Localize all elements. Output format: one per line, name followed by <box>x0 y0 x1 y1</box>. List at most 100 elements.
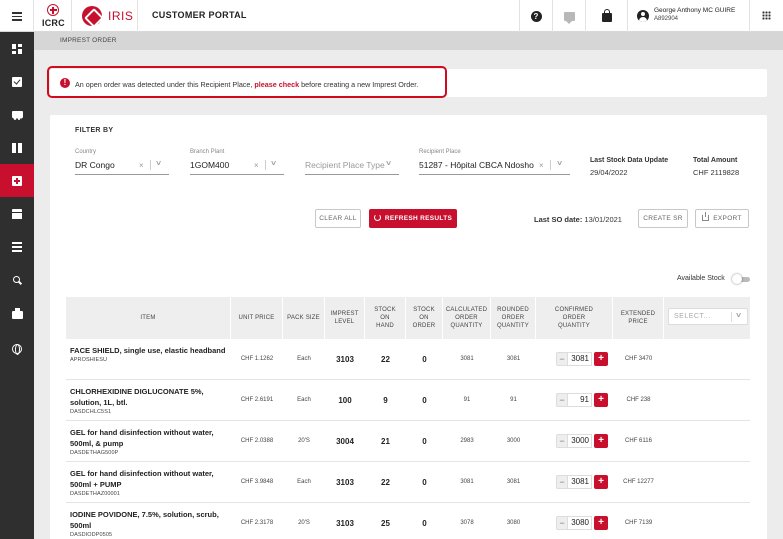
shopping-bag-button[interactable] <box>585 0 627 32</box>
column-header-item[interactable]: ITEM <box>66 297 231 339</box>
sidebar-item-search[interactable] <box>0 264 34 297</box>
sidebar-item-globe[interactable] <box>0 332 34 365</box>
confirmed-quantity-input[interactable]: 3080 <box>568 516 592 530</box>
confirmed-quantity-stepper: −91 + <box>556 380 608 420</box>
unit-price: CHF 3.9848 <box>240 479 274 485</box>
table-header: ITEM UNIT PRICE PACK SIZE IMPREST LEVEL … <box>66 297 750 339</box>
increment-button[interactable]: + <box>594 434 608 448</box>
column-header-pack-size[interactable]: PACK SIZE <box>283 297 325 339</box>
column-select-dropdown[interactable]: SELECT... ∨ <box>668 308 748 325</box>
chat-button[interactable] <box>552 0 585 32</box>
iris-badge-icon <box>82 6 102 26</box>
confirmed-quantity-input[interactable]: 3081 <box>568 352 592 366</box>
confirmed-quantity-stepper: −3080 + <box>556 503 608 539</box>
stock-on-order: 0 <box>422 395 427 405</box>
clear-country-icon[interactable]: × <box>139 161 144 170</box>
refresh-results-button[interactable]: REFRESH RESULTS <box>369 209 457 228</box>
medical-plus-icon <box>12 175 22 186</box>
chevron-down-icon[interactable]: ∨ <box>556 159 563 167</box>
iris-logo[interactable]: IRIS <box>72 0 138 32</box>
country-select[interactable]: Country DR Congo × ∨ <box>75 149 169 175</box>
alert-please-check-link[interactable]: please check <box>254 80 299 89</box>
decrement-button[interactable]: − <box>556 393 568 407</box>
item-name: IODINE POVIDONE, 7.5%, solution, scrub, … <box>70 510 219 530</box>
column-header-imprest-level[interactable]: IMPREST LEVEL <box>325 297 365 339</box>
column-header-rounded-order-quantity[interactable]: ROUNDED ORDER QUANTITY <box>491 297 536 339</box>
icrc-logo[interactable]: ICRC <box>34 0 72 32</box>
user-menu[interactable]: George Anthony MC GUIRE A892904 <box>627 0 749 32</box>
column-header-unit-price[interactable]: UNIT PRICE <box>231 297 283 339</box>
sidebar-item-delivery[interactable] <box>0 98 34 131</box>
portal-title: CUSTOMER PORTAL <box>152 10 247 20</box>
apps-grid-icon <box>762 11 771 20</box>
increment-button[interactable]: + <box>594 393 608 407</box>
sidebar-item-print[interactable] <box>0 298 34 331</box>
extended-price: CHF 7139 <box>624 520 653 526</box>
sidebar-item-store[interactable] <box>0 197 34 230</box>
decrement-button[interactable]: − <box>556 475 568 489</box>
clear-all-button[interactable]: CLEAR ALL <box>315 209 361 228</box>
recipient-separator <box>550 160 551 170</box>
branch-separator <box>265 160 266 170</box>
column-header-stock-on-hand[interactable]: STOCK ON HAND <box>365 297 406 339</box>
export-button[interactable]: EXPORT <box>695 209 749 228</box>
confirmed-quantity-input[interactable]: 91 <box>568 393 592 407</box>
print-icon <box>11 307 23 319</box>
available-stock-toggle[interactable] <box>732 274 750 284</box>
chevron-down-icon[interactable]: ∨ <box>385 159 392 167</box>
chevron-down-icon[interactable]: ∨ <box>270 159 277 167</box>
imprest-level: 3103 <box>336 354 354 364</box>
results-card: Available Stock ITEM UNIT PRICE PACK SIZ… <box>50 255 767 539</box>
sidebar-item-donations[interactable] <box>0 131 34 164</box>
column-header-extended-price[interactable]: EXTENDED PRICE <box>613 297 664 339</box>
imprest-level: 100 <box>338 395 352 405</box>
item-name: GEL for hand disinfection without water,… <box>70 469 214 489</box>
pack-size: Each <box>297 356 311 362</box>
item-code: DASDCHLC5S1 <box>70 409 112 415</box>
recipient-underline <box>419 174 570 175</box>
stock-on-hand: 22 <box>381 477 390 487</box>
export-icon <box>702 212 710 221</box>
menu-icon[interactable] <box>0 0 34 32</box>
branch-plant-select[interactable]: Branch Plant 1GOM400 × ∨ <box>190 149 284 175</box>
column-header-confirmed-order-quantity[interactable]: CONFIRMED ORDER QUANTITY <box>536 297 613 339</box>
user-name: George Anthony MC GUIRE <box>654 7 736 14</box>
sidebar-item-checklist[interactable] <box>0 65 34 98</box>
iris-logo-text: IRIS <box>108 9 134 23</box>
stock-on-hand: 9 <box>383 395 388 405</box>
apps-grid-button[interactable] <box>749 0 783 32</box>
column-header-calculated-order-quantity[interactable]: CALCULATED ORDER QUANTITY <box>443 297 491 339</box>
increment-button[interactable]: + <box>594 475 608 489</box>
unit-price: CHF 2.6191 <box>240 397 274 403</box>
confirmed-quantity-input[interactable]: 3000 <box>568 434 592 448</box>
breadcrumb: IMPREST ORDER <box>60 37 117 44</box>
confirmed-quantity-input[interactable]: 3081 <box>568 475 592 489</box>
pack-size: 20'S <box>298 438 310 444</box>
sidebar-item-list[interactable] <box>0 230 34 263</box>
clear-recipient-icon[interactable]: × <box>539 161 544 170</box>
sidebar-item-imprest-order[interactable] <box>0 164 34 197</box>
column-header-stock-on-order[interactable]: STOCK ON ORDER <box>406 297 443 339</box>
recipient-place-type-select[interactable]: Recipient Place Type ∨ <box>305 149 399 175</box>
sidebar-item-dashboard[interactable] <box>0 32 34 65</box>
create-sr-button[interactable]: CREATE SR <box>638 209 688 228</box>
recipient-place-select[interactable]: Recipient Place 51287 - Hôpital CBCA Ndo… <box>419 149 570 175</box>
decrement-button[interactable]: − <box>556 516 568 530</box>
decrement-button[interactable]: − <box>556 434 568 448</box>
alert-icon: ! <box>60 78 70 88</box>
increment-button[interactable]: + <box>594 516 608 530</box>
increment-button[interactable]: + <box>594 352 608 366</box>
help-button[interactable]: ? <box>519 0 552 32</box>
alert-text-before: An open order was detected under this Re… <box>75 80 255 89</box>
red-cross-icon <box>47 4 59 16</box>
chevron-down-icon[interactable]: ∨ <box>155 159 162 167</box>
calculated-order-quantity: 3078 <box>460 520 474 526</box>
icrc-logo-text: ICRC <box>42 18 65 28</box>
decrement-button[interactable]: − <box>556 352 568 366</box>
top-bar: ICRC IRIS CUSTOMER PORTAL ? George Antho… <box>0 0 783 32</box>
last-so-value: 13/01/2021 <box>582 215 622 224</box>
last-stock-update-label: Last Stock Data Update <box>590 157 669 164</box>
clear-branch-icon[interactable]: × <box>254 161 259 170</box>
globe-icon <box>12 343 22 355</box>
imprest-level: 3103 <box>336 477 354 487</box>
